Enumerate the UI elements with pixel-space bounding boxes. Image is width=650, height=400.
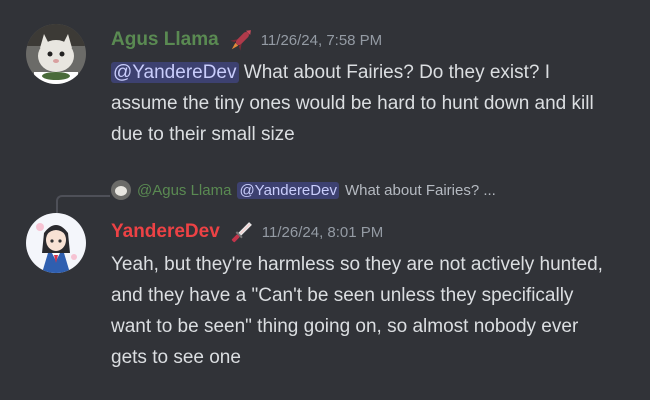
message-header: Agus Llama 11/26/24, 7:58 PM <box>111 26 382 54</box>
message-content: @YandereDev What about Fairies? Do they … <box>111 57 616 150</box>
knife-icon <box>228 218 256 246</box>
username[interactable]: YandereDev <box>111 221 220 243</box>
rocket-icon <box>227 26 255 54</box>
reply-mention[interactable]: @YandereDev <box>237 181 339 199</box>
timestamp: 11/26/24, 7:58 PM <box>260 31 383 49</box>
message-header: YandereDev 11/26/24, 8:01 PM <box>111 218 383 246</box>
cat-avatar-icon <box>26 24 86 84</box>
reply-reference[interactable]: @Agus Llama @YandereDev What about Fairi… <box>111 180 611 200</box>
message-content: Yeah, but they're harmless so they are n… <box>111 249 616 373</box>
anime-girl-avatar-icon <box>26 213 86 273</box>
mention[interactable]: @YandereDev <box>111 62 239 83</box>
timestamp: 11/26/24, 8:01 PM <box>261 223 384 241</box>
message-text: Yeah, but they're harmless so they are n… <box>111 254 603 368</box>
username[interactable]: Agus Llama <box>111 29 219 51</box>
message-agus-llama: Agus Llama 11/26/24, 7:58 PM @YandereDev… <box>0 0 650 160</box>
avatar-agus-llama[interactable] <box>26 24 86 84</box>
reply-author[interactable]: @Agus Llama <box>137 182 231 199</box>
reply-avatar <box>111 180 131 200</box>
avatar-yanderedev[interactable] <box>26 213 86 273</box>
reply-connector <box>56 195 110 213</box>
reply-preview: What about Fairies? ... <box>344 181 496 199</box>
